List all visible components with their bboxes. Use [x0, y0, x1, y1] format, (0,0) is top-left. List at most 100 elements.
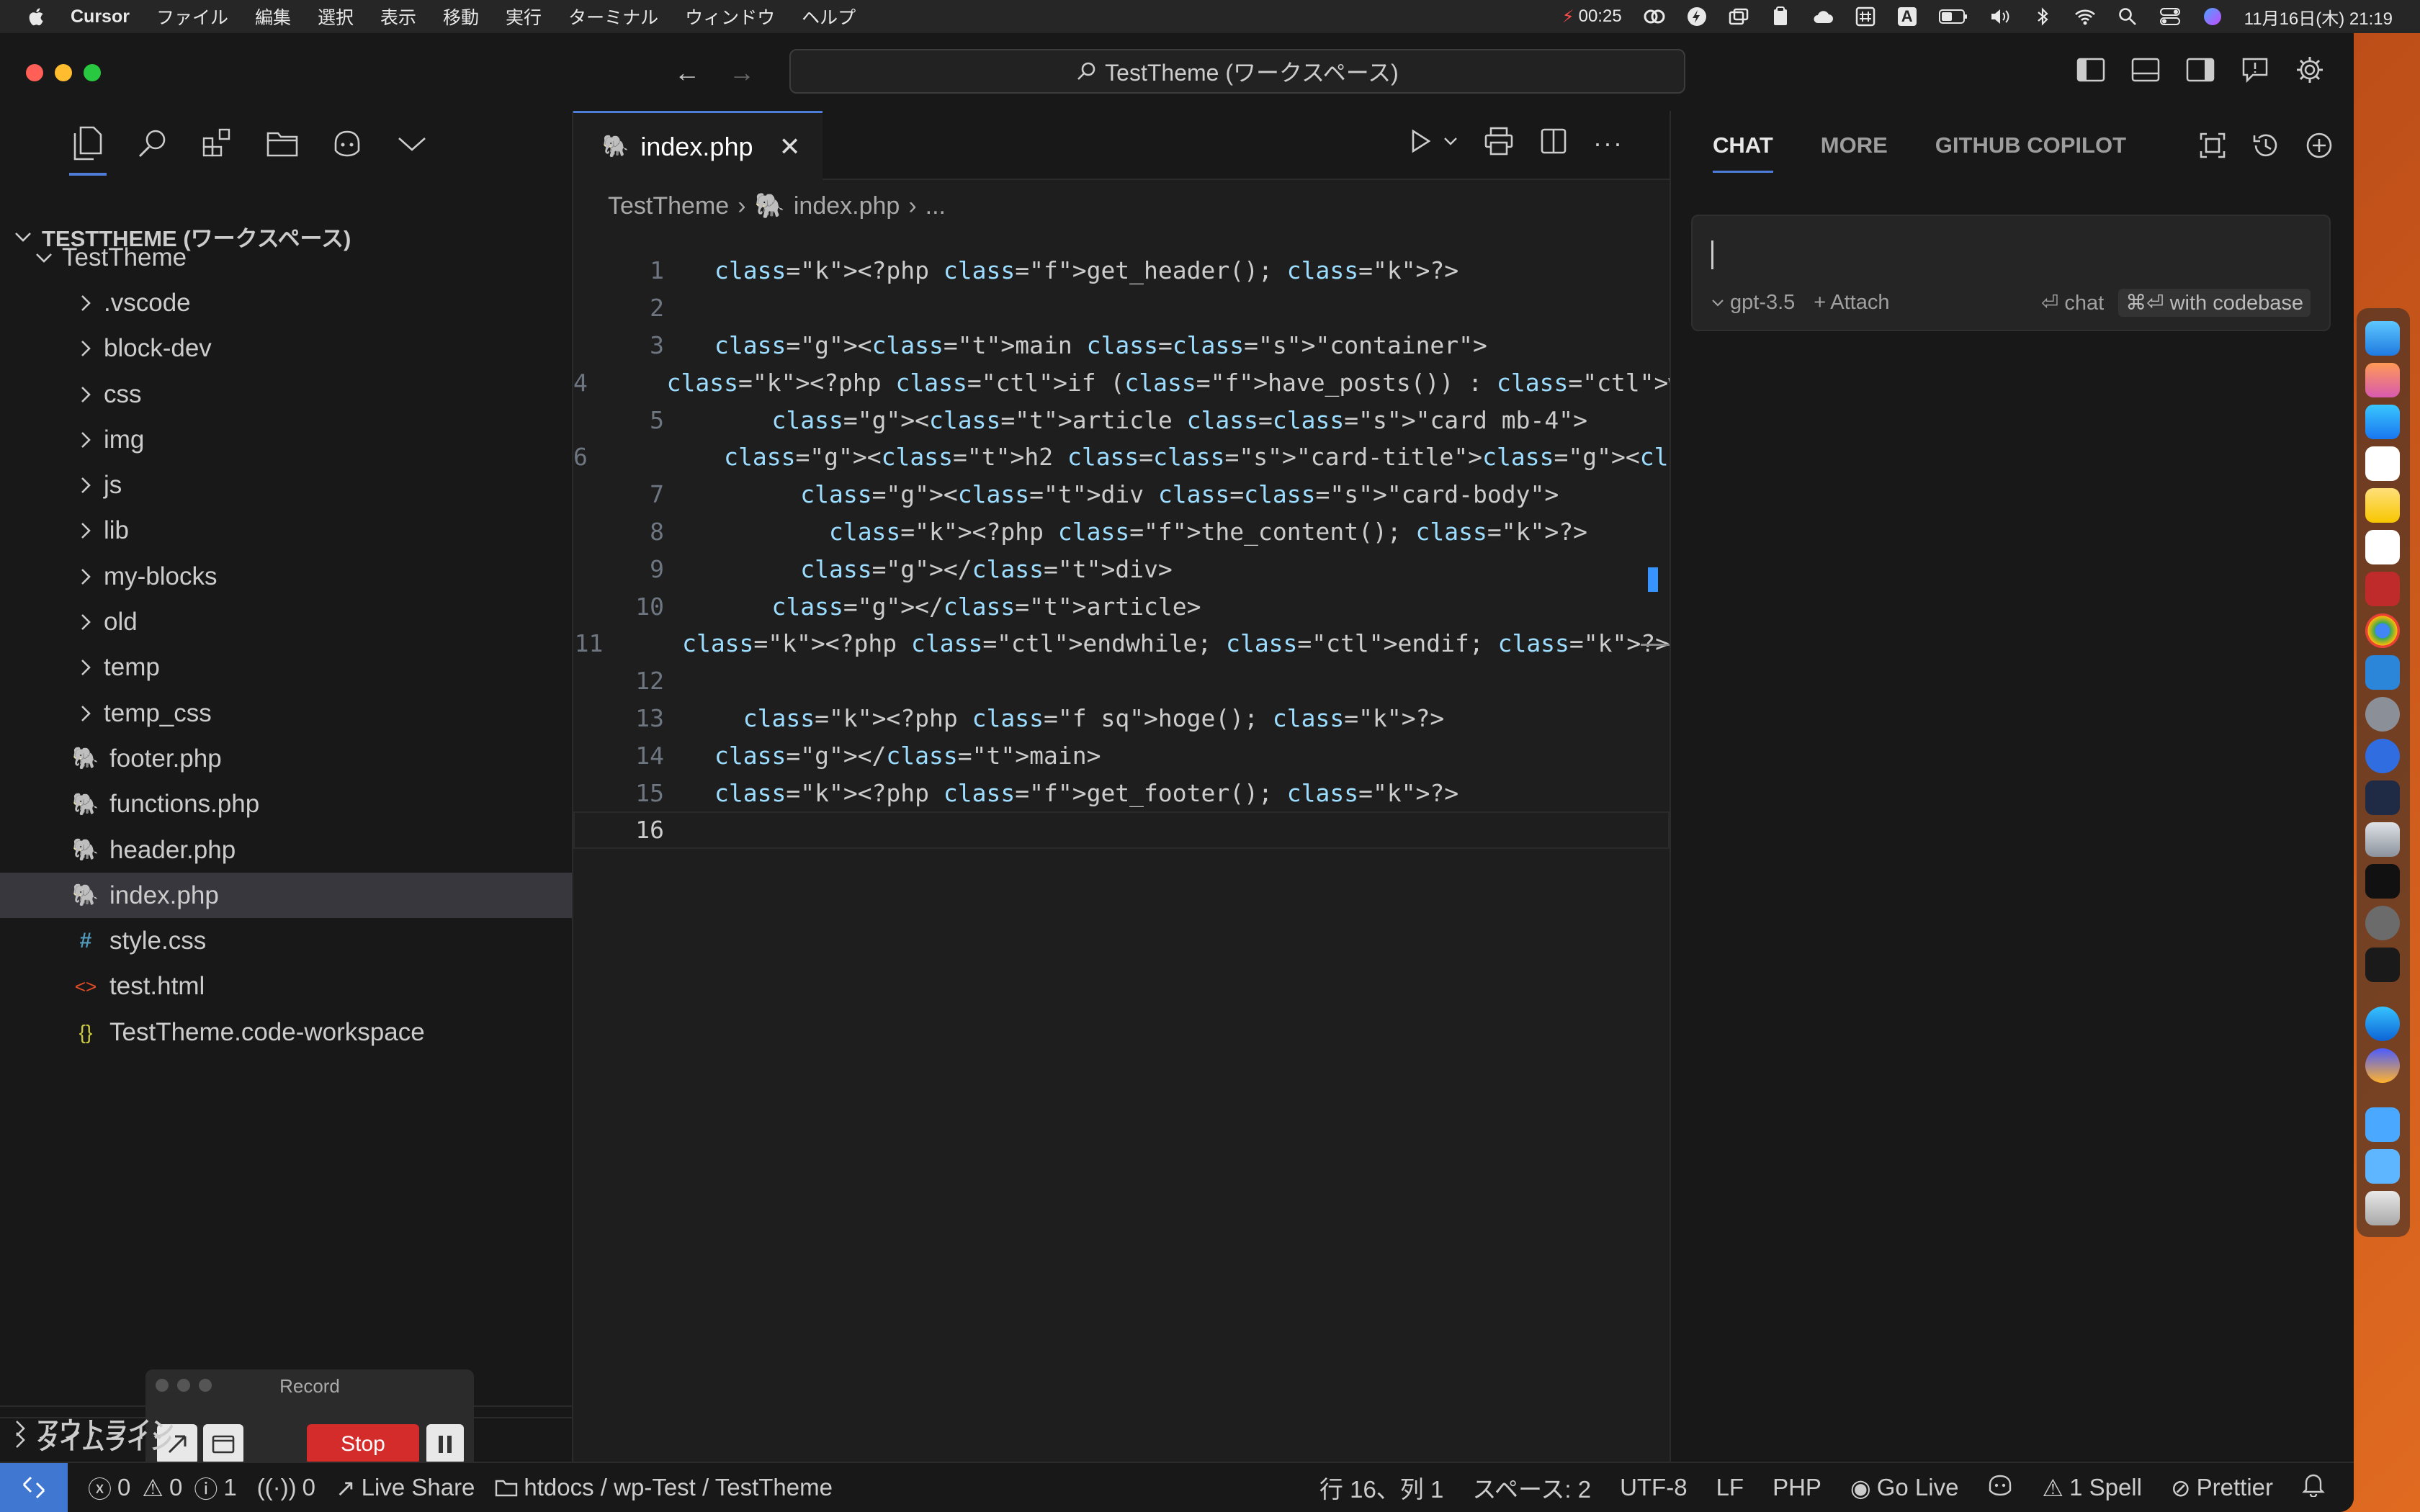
chevron-down-icon[interactable]: [1443, 136, 1458, 150]
tab-github-copilot[interactable]: GITHUB COPILOT: [1935, 132, 2126, 158]
menu-terminal[interactable]: ターミナル: [568, 4, 658, 30]
back-arrow-icon[interactable]: ←: [674, 58, 700, 88]
breadcrumb-folder[interactable]: TestTheme: [608, 192, 729, 220]
trash-icon[interactable]: [2365, 1191, 2400, 1225]
run-icon[interactable]: [1407, 128, 1433, 158]
copilot-tab-icon[interactable]: [328, 125, 366, 162]
indentation[interactable]: スペース: 2: [1472, 1470, 1591, 1505]
code-line[interactable]: 7 class="g"><class="t">div class=class="…: [573, 476, 1670, 513]
tree-folder[interactable]: my-blocks: [0, 554, 572, 599]
reminders-icon[interactable]: [2365, 446, 2400, 481]
chat-input-box[interactable]: gpt-3.5 + Attach ⏎ chat ⌘⏎ with codebase: [1691, 215, 2331, 331]
close-window-button[interactable]: [26, 64, 43, 81]
tree-folder[interactable]: temp_css: [0, 690, 572, 736]
menu-file[interactable]: ファイル: [156, 4, 228, 30]
code-line[interactable]: 14 class="g"></class="t">main>: [573, 737, 1670, 774]
code-line[interactable]: 5 class="g"><class="t">article class=cla…: [573, 401, 1670, 438]
activity-monitor-icon[interactable]: [2365, 948, 2400, 982]
spell-indicator[interactable]: ⚠ 1 Spell: [2042, 1474, 2142, 1502]
cloud-icon[interactable]: [1812, 6, 1834, 27]
toggle-secondary-sidebar-icon[interactable]: [2185, 55, 2215, 85]
send-app-icon[interactable]: [2365, 780, 2400, 815]
code-line[interactable]: 8 class="k"><?php class="f">the_content(…: [573, 513, 1670, 551]
menu-view[interactable]: 表示: [380, 4, 416, 30]
code-line[interactable]: 6 class="g"><class="t">h2 class=class="s…: [573, 438, 2354, 476]
tree-file[interactable]: 🐘 functions.php: [0, 782, 572, 827]
tree-file[interactable]: <> test.html: [0, 964, 572, 1009]
code-line[interactable]: 2: [573, 289, 1670, 327]
attach-button[interactable]: + Attach: [1814, 291, 1889, 315]
tree-root-folder[interactable]: TestTheme: [0, 235, 572, 280]
code-line[interactable]: 1 class="k"><?php class="f">get_header();…: [573, 252, 1670, 289]
tree-folder[interactable]: lib: [0, 508, 572, 554]
folder-tab-icon[interactable]: [264, 125, 301, 162]
battery-time-status[interactable]: ⚡ 00:25: [1562, 6, 1622, 27]
menu-app-name[interactable]: Cursor: [71, 6, 130, 27]
extensions-tab-icon[interactable]: [199, 125, 236, 162]
vscode-icon[interactable]: [2365, 655, 2400, 690]
history-icon[interactable]: [2251, 131, 2280, 163]
ports-indicator[interactable]: ((·)) 0: [257, 1474, 315, 1501]
edge-icon[interactable]: [2365, 1007, 2400, 1041]
menu-run[interactable]: 実行: [506, 4, 542, 30]
tree-folder[interactable]: .vscode: [0, 280, 572, 325]
close-icon[interactable]: ✕: [779, 132, 801, 162]
volume-icon[interactable]: [1989, 6, 2011, 27]
cursor-app-icon[interactable]: [2365, 1048, 2400, 1083]
tree-file[interactable]: # style.css: [0, 918, 572, 963]
code-editor[interactable]: 1 class="k"><?php class="f">get_header();…: [573, 252, 2354, 849]
launchpad-icon[interactable]: [2365, 363, 2400, 397]
menu-help[interactable]: ヘルプ: [802, 4, 856, 30]
live-share-button[interactable]: ↗ Live Share: [336, 1474, 475, 1502]
system-settings-icon[interactable]: [2365, 906, 2400, 940]
code-line[interactable]: 15 class="k"><?php class="f">get_footer()…: [573, 774, 1670, 811]
line-ending[interactable]: LF: [1716, 1474, 1744, 1501]
minimize-window-button[interactable]: [55, 64, 72, 81]
maximize-panel-icon[interactable]: [2198, 131, 2227, 163]
code-line[interactable]: 12: [573, 662, 1670, 700]
database-icon[interactable]: [2365, 822, 2400, 857]
tableplus-icon[interactable]: [2365, 697, 2400, 732]
new-chat-plus-icon[interactable]: [2305, 131, 2334, 163]
windows-icon[interactable]: [1729, 6, 1749, 27]
copilot-status-icon[interactable]: [1987, 1473, 2013, 1502]
code-line[interactable]: 11 class="k"><?php class="ctl">endwhile;…: [573, 625, 1670, 662]
finder-icon[interactable]: [2365, 321, 2400, 356]
tree-file-selected[interactable]: 🐘 index.php: [0, 873, 572, 919]
prettier-indicator[interactable]: ⊘ Prettier: [2171, 1474, 2273, 1502]
maps-pin-icon[interactable]: [2365, 739, 2400, 773]
toggle-primary-sidebar-icon[interactable]: [2076, 55, 2106, 85]
datetime[interactable]: 11月16日(木) 21:19: [2244, 4, 2393, 30]
more-actions-icon[interactable]: ···: [1593, 128, 1623, 158]
problems-indicator[interactable]: ⓧ 0 ⚠ 0 ⓘ 1: [88, 1470, 237, 1505]
code-line[interactable]: 3 class="g"><class="t">main class=class="…: [573, 327, 1670, 364]
send-with-codebase-hint[interactable]: ⌘⏎ with codebase: [2118, 289, 2311, 317]
notifications-bell-icon[interactable]: [2302, 1472, 2325, 1503]
hashtag-app-icon[interactable]: [1855, 6, 1876, 27]
notion-icon[interactable]: [2365, 530, 2400, 564]
breadcrumb-more[interactable]: ...: [926, 192, 946, 220]
tree-file[interactable]: {} TestTheme.code-workspace: [0, 1009, 572, 1055]
apple-icon[interactable]: [26, 6, 46, 27]
menu-window[interactable]: ウィンドウ: [685, 4, 775, 30]
tree-folder[interactable]: img: [0, 417, 572, 462]
tree-folder[interactable]: js: [0, 462, 572, 508]
wifi-icon[interactable]: [2074, 6, 2096, 27]
terminal-icon[interactable]: [2365, 864, 2400, 899]
explorer-tab-icon[interactable]: [69, 125, 107, 176]
cursor-position[interactable]: 行 16、列 1: [1319, 1470, 1443, 1505]
toggle-panel-icon[interactable]: [2130, 55, 2161, 85]
input-mode-indicator[interactable]: A: [1897, 6, 1917, 27]
breadcrumb-file[interactable]: index.php: [794, 192, 900, 220]
code-line[interactable]: 13 class="k"><?php class="f sq">hoge(); …: [573, 700, 1670, 737]
tab-more[interactable]: MORE: [1821, 132, 1888, 158]
send-chat-hint[interactable]: ⏎ chat: [2041, 290, 2104, 315]
editor-tab-index-php[interactable]: 🐘 index.php ✕: [573, 111, 823, 180]
chrome-icon[interactable]: [2365, 613, 2400, 648]
search-tab-icon[interactable]: [134, 125, 171, 162]
remote-indicator-icon[interactable]: [0, 1463, 68, 1512]
tree-folder[interactable]: css: [0, 372, 572, 417]
code-line[interactable]: 9 class="g"></class="t">div>: [573, 550, 1670, 588]
creative-cloud-icon[interactable]: [1644, 6, 1665, 27]
notes-icon[interactable]: [2365, 488, 2400, 523]
